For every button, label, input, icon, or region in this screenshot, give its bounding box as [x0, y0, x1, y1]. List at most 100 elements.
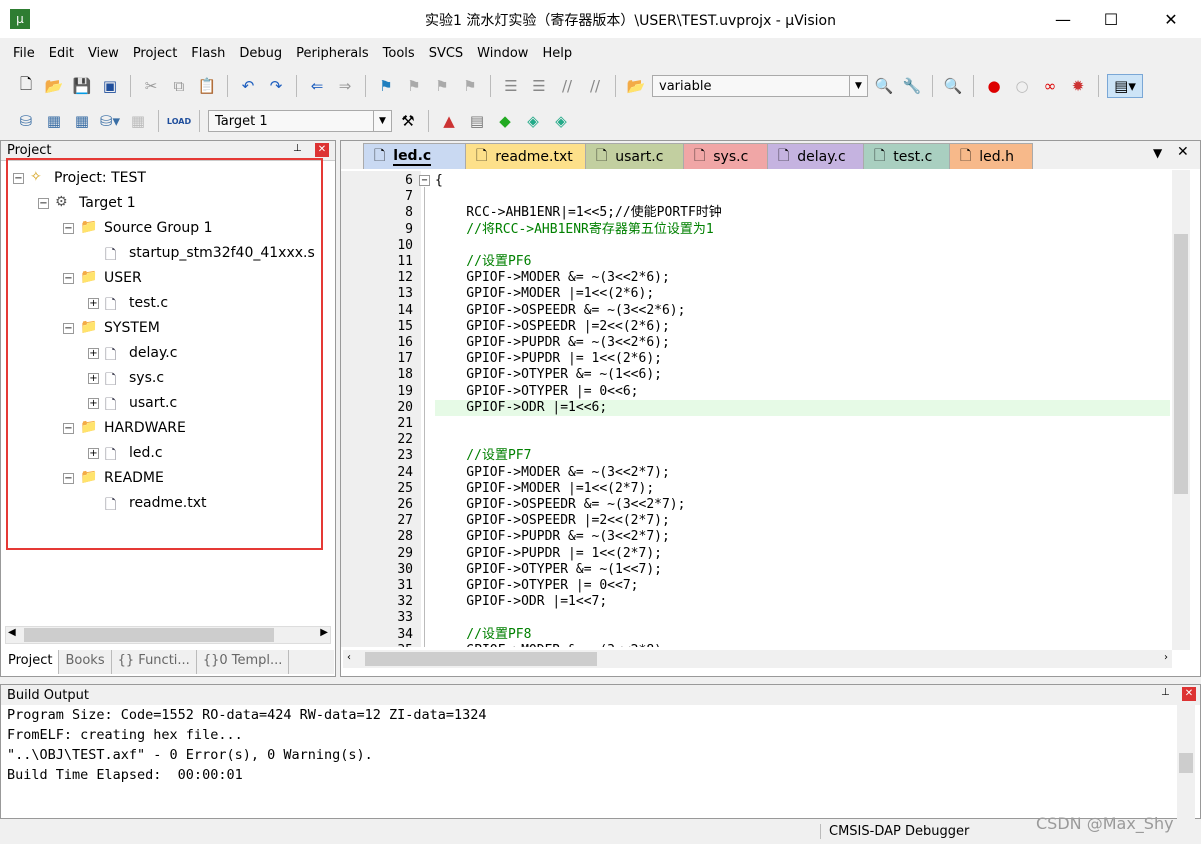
code-line[interactable]: //设置PF8	[435, 627, 1170, 643]
bookmark-next-icon[interactable]: ⚑	[430, 74, 454, 98]
menu-view[interactable]: View	[81, 46, 126, 61]
close-panel-icon[interactable]: ✕	[1182, 687, 1196, 701]
cut-icon[interactable]: ✂	[139, 74, 163, 98]
menu-project[interactable]: Project	[126, 46, 184, 61]
close-button[interactable]: ✕	[1148, 0, 1194, 38]
close-panel-icon[interactable]: ✕	[315, 143, 329, 157]
code-line[interactable]: GPIOF->OTYPER |= 0<<6;	[435, 384, 1170, 400]
paste-icon[interactable]: 📋	[195, 74, 219, 98]
code-line[interactable]	[435, 238, 1170, 254]
code-line[interactable]	[435, 416, 1170, 432]
chevron-down-icon[interactable]: ▼	[849, 76, 867, 96]
comment-icon[interactable]: //	[555, 74, 579, 98]
scroll-thumb[interactable]	[1174, 234, 1188, 494]
panel-tab-3[interactable]: {}0 Templ...	[197, 650, 290, 674]
window-layout-icon[interactable]: ▤▾	[1107, 74, 1143, 98]
code-line[interactable]: GPIOF->MODER |=1<<(2*6);	[435, 286, 1170, 302]
menu-window[interactable]: Window	[470, 46, 535, 61]
tab-list-icon[interactable]: ▼	[1153, 146, 1162, 160]
code-line[interactable]: GPIOF->OTYPER &= ~(1<<7);	[435, 562, 1170, 578]
panel-tab-0[interactable]: Project	[2, 650, 60, 674]
code-line[interactable]	[435, 432, 1170, 448]
code-line[interactable]: GPIOF->MODER &= ~(3<<2*7);	[435, 465, 1170, 481]
batch-build-icon[interactable]: ⛁▾	[98, 109, 122, 133]
scroll-thumb[interactable]	[24, 628, 274, 642]
target-select[interactable]: Target 1 ▼	[208, 110, 392, 132]
save-icon[interactable]: 💾	[70, 74, 94, 98]
breakpoint-disable-icon[interactable]: ○	[1010, 74, 1034, 98]
breakpoint-disable-all-icon[interactable]: ∞	[1038, 74, 1062, 98]
menu-tools[interactable]: Tools	[376, 46, 422, 61]
menu-debug[interactable]: Debug	[232, 46, 289, 61]
code-line[interactable]	[435, 189, 1170, 205]
save-all-icon[interactable]: ▣	[98, 74, 122, 98]
fold-toggle-icon[interactable]: −	[419, 175, 430, 186]
chevron-down-icon[interactable]: ▼	[373, 111, 391, 131]
tab-sys-c[interactable]: 🗋 sys.c	[683, 143, 769, 169]
rebuild-icon[interactable]: ▦	[70, 109, 94, 133]
bookmark-prev-icon[interactable]: ⚑	[402, 74, 426, 98]
pack-installer-icon[interactable]: ◈	[521, 109, 545, 133]
uncomment-icon[interactable]: //	[583, 74, 607, 98]
menu-help[interactable]: Help	[535, 46, 579, 61]
bookmark-icon[interactable]: ⚑	[374, 74, 398, 98]
scroll-left-icon[interactable]: ‹	[347, 652, 351, 663]
tab-readme-txt[interactable]: 🗋 readme.txt	[465, 143, 587, 169]
scroll-thumb[interactable]	[365, 652, 597, 666]
code-line[interactable]: GPIOF->OSPEEDR &= ~(3<<2*6);	[435, 303, 1170, 319]
code-line[interactable]: GPIOF->PUPDR &= ~(3<<2*6);	[435, 335, 1170, 351]
code-line[interactable]: GPIOF->ODR |=1<<7;	[435, 594, 1170, 610]
code-line[interactable]: GPIOF->MODER &= ~(3<<2*8);	[435, 643, 1170, 647]
maximize-button[interactable]: ☐	[1088, 0, 1134, 38]
menu-svcs[interactable]: SVCS	[422, 46, 470, 61]
code-area[interactable]: 6 {7 8 RCC->AHB1ENR|=1<<5;//使能PORTF时钟 9 //将…	[341, 171, 1176, 647]
editor-hscrollbar[interactable]: ‹ ›	[343, 650, 1172, 668]
close-tab-icon[interactable]: ✕	[1177, 144, 1189, 160]
run-time-env-icon[interactable]: ◆	[493, 109, 517, 133]
build-vscrollbar[interactable]	[1177, 705, 1195, 819]
breakpoint-kill-all-icon[interactable]: ✹	[1066, 74, 1090, 98]
code-line[interactable]: GPIOF->OSPEEDR |=2<<(2*6);	[435, 319, 1170, 335]
find-icon[interactable]: 🔍	[872, 74, 896, 98]
translate-icon[interactable]: ⛁	[14, 109, 38, 133]
tab-led-h[interactable]: 🗋 led.h	[949, 143, 1033, 169]
open-folder-icon[interactable]: 📂	[42, 74, 66, 98]
code-line[interactable]: GPIOF->OTYPER |= 0<<7;	[435, 578, 1170, 594]
code-line[interactable]: RCC->AHB1ENR|=1<<5;//使能PORTF时钟	[435, 205, 1170, 221]
code-line[interactable]: {	[435, 173, 1170, 189]
find-combo[interactable]: variable ▼	[652, 75, 868, 97]
stop-build-icon[interactable]: ▦	[126, 109, 150, 133]
copy-icon[interactable]: ⧉	[167, 74, 191, 98]
pin-icon[interactable]: ⊥	[293, 143, 302, 154]
menu-peripherals[interactable]: Peripherals	[289, 46, 376, 61]
menu-edit[interactable]: Edit	[42, 46, 81, 61]
scroll-left-icon[interactable]: ◀	[8, 627, 16, 638]
code-line[interactable]: GPIOF->PUPDR &= ~(3<<2*7);	[435, 529, 1170, 545]
file-extensions-icon[interactable]: ▤	[465, 109, 489, 133]
code-line[interactable]: GPIOF->OSPEEDR |=2<<(2*7);	[435, 513, 1170, 529]
scroll-right-icon[interactable]: ▶	[320, 627, 328, 638]
indent-icon[interactable]: ☰	[499, 74, 523, 98]
code-line[interactable]: //将RCC->AHB1ENR寄存器第五位设置为1	[435, 222, 1170, 238]
scroll-thumb[interactable]	[1179, 753, 1193, 773]
tab-delay-c[interactable]: 🗋 delay.c	[767, 143, 865, 169]
panel-tab-2[interactable]: {} Functi...	[112, 650, 197, 674]
new-file-icon[interactable]: 🗋	[14, 74, 38, 98]
minimize-button[interactable]: —	[1040, 0, 1086, 38]
debug-session-icon[interactable]: 🔍	[941, 74, 965, 98]
code-line[interactable]: GPIOF->PUPDR |= 1<<(2*7);	[435, 546, 1170, 562]
tab-usart-c[interactable]: 🗋 usart.c	[585, 143, 685, 169]
menu-flash[interactable]: Flash	[184, 46, 232, 61]
code-line[interactable]: //设置PF7	[435, 448, 1170, 464]
build-icon[interactable]: ▦	[42, 109, 66, 133]
code-line[interactable]: GPIOF->OSPEEDR &= ~(3<<2*7);	[435, 497, 1170, 513]
pin-icon[interactable]: ⊥	[1161, 687, 1170, 698]
select-pack-icon[interactable]: ◈	[549, 109, 573, 133]
scroll-right-icon[interactable]: ›	[1164, 652, 1168, 663]
nav-forward-icon[interactable]: ⇒	[333, 74, 357, 98]
incremental-find-icon[interactable]: 🔧	[900, 74, 924, 98]
unindent-icon[interactable]: ☰	[527, 74, 551, 98]
panel-tab-1[interactable]: Books	[59, 650, 112, 674]
undo-icon[interactable]: ↶	[236, 74, 260, 98]
bookmark-clear-icon[interactable]: ⚑	[458, 74, 482, 98]
